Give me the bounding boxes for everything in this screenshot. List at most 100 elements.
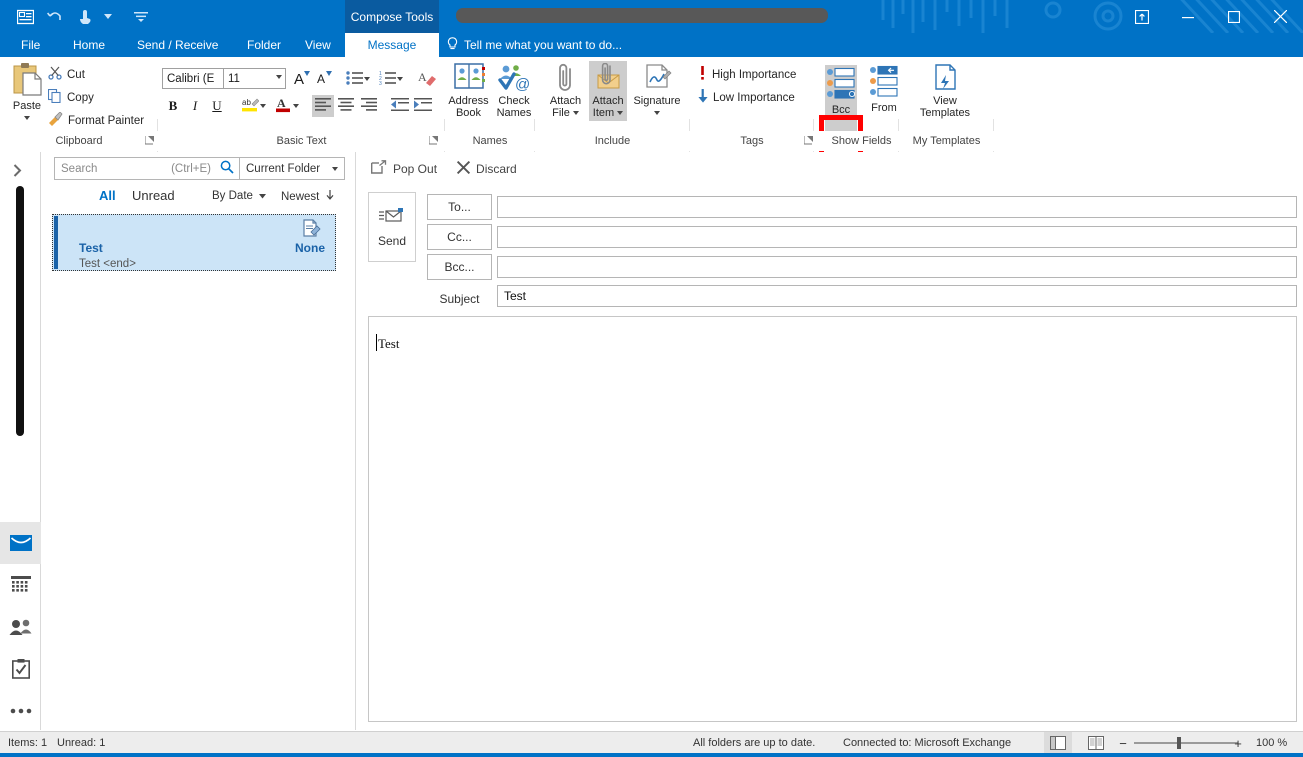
grow-font-button[interactable]: A xyxy=(288,68,310,90)
copy-button[interactable]: Copy xyxy=(48,88,94,107)
format-painter-icon xyxy=(48,112,63,129)
increase-indent-button[interactable] xyxy=(412,95,434,117)
search-scope-dropdown[interactable]: Current Folder xyxy=(239,157,345,180)
zoom-in-button[interactable]: + xyxy=(1232,732,1244,754)
cc-input[interactable] xyxy=(497,226,1297,248)
list-item[interactable]: Test Test <end> None xyxy=(52,214,336,271)
paste-dropdown-icon[interactable] xyxy=(24,116,30,120)
cc-button[interactable]: Cc... xyxy=(427,224,492,250)
message-body-text: Test xyxy=(378,336,399,352)
subject-input[interactable]: Test xyxy=(497,285,1297,307)
filter-unread[interactable]: Unread xyxy=(132,188,175,203)
tab-file[interactable]: File xyxy=(10,33,51,57)
close-button[interactable] xyxy=(1257,0,1303,33)
sort-order-newest[interactable]: Newest xyxy=(281,190,334,203)
tell-me-search[interactable]: Tell me what you want to do... xyxy=(447,33,622,57)
touch-mode-icon[interactable] xyxy=(70,3,100,31)
title-bar: Compose Tools xyxy=(0,0,1303,33)
view-templates-button[interactable]: View Templates xyxy=(916,63,974,119)
align-right-button[interactable] xyxy=(358,95,380,117)
tab-folder[interactable]: Folder xyxy=(236,33,292,57)
sort-by-date[interactable]: By Date xyxy=(212,190,266,202)
zoom-level-label[interactable]: 100 % xyxy=(1256,732,1287,754)
numbered-list-icon: 1 2 3 xyxy=(379,71,396,88)
format-painter-button[interactable]: Format Painter xyxy=(48,111,144,130)
pop-out-button[interactable]: Pop Out xyxy=(371,160,437,177)
bcc-field-button[interactable]: Bcc... xyxy=(427,254,492,280)
tab-view[interactable]: View xyxy=(294,33,342,57)
normal-view-icon[interactable] xyxy=(1044,732,1072,754)
font-size-combo[interactable]: 11 xyxy=(223,68,286,89)
tab-message[interactable]: Message xyxy=(345,33,439,57)
low-importance-button[interactable]: Low Importance xyxy=(698,88,795,107)
cut-button[interactable]: Cut xyxy=(48,65,85,84)
send-icon xyxy=(379,207,405,228)
filter-all[interactable]: All xyxy=(99,188,116,203)
tags-dialog-launcher[interactable] xyxy=(804,135,816,147)
attach-item-button[interactable]: Attach Item xyxy=(589,61,627,121)
to-input[interactable] xyxy=(497,196,1297,218)
sidebar-item-calendar[interactable] xyxy=(0,564,41,606)
compose-pane: Pop Out Discard Send xyxy=(357,152,1303,730)
send-button[interactable]: Send xyxy=(368,192,416,262)
collapsed-folder-label[interactable] xyxy=(16,186,24,436)
sidebar-item-mail[interactable] xyxy=(0,522,41,564)
shrink-font-button[interactable]: A xyxy=(310,68,332,90)
attach-item-dropdown-icon[interactable] xyxy=(617,111,623,115)
decrease-indent-button[interactable] xyxy=(389,95,411,117)
undo-icon[interactable] xyxy=(40,3,70,31)
ribbon-display-options-button[interactable] xyxy=(1119,0,1165,33)
font-family-value: Calibri (E xyxy=(167,73,214,85)
tab-home[interactable]: Home xyxy=(62,33,116,57)
italic-button[interactable]: I xyxy=(184,95,206,117)
basic-text-dialog-launcher[interactable] xyxy=(429,135,441,147)
to-button[interactable]: To... xyxy=(427,194,492,220)
sidebar-item-people[interactable] xyxy=(0,606,41,648)
clipboard-dialog-launcher[interactable] xyxy=(145,135,157,147)
bcc-input[interactable] xyxy=(497,256,1297,278)
search-input[interactable]: Search (Ctrl+E) xyxy=(54,157,240,180)
align-center-button[interactable] xyxy=(335,95,357,117)
signature-label: Signature xyxy=(633,95,680,107)
paste-button[interactable]: Paste xyxy=(5,62,49,120)
customize-qat-icon[interactable] xyxy=(126,3,156,31)
qat-dropdown-icon[interactable] xyxy=(100,3,116,31)
high-importance-button[interactable]: High Importance xyxy=(698,65,796,84)
signature-button[interactable]: Signature xyxy=(628,63,686,115)
chevron-down-icon[interactable] xyxy=(276,75,282,79)
reading-view-icon[interactable] xyxy=(1082,732,1110,754)
check-names-button[interactable]: @ Check Names xyxy=(493,63,535,119)
maximize-button[interactable] xyxy=(1211,0,1257,33)
tab-send-receive[interactable]: Send / Receive xyxy=(126,33,229,57)
search-icon[interactable] xyxy=(220,160,234,177)
chevron-right-icon[interactable] xyxy=(13,164,22,180)
attach-file-button[interactable]: Attach File xyxy=(542,63,589,119)
bullets-dropdown-icon[interactable] xyxy=(362,68,372,90)
sidebar-item-more[interactable] xyxy=(0,690,41,732)
zoom-slider-thumb[interactable] xyxy=(1177,737,1181,749)
group-label-my-templates: My Templates xyxy=(899,131,994,151)
font-color-dropdown-icon[interactable] xyxy=(291,95,301,117)
sidebar-item-tasks[interactable] xyxy=(0,648,41,690)
window-bottom-accent xyxy=(0,753,1303,757)
numbering-dropdown-icon[interactable] xyxy=(395,68,405,90)
signature-dropdown-icon[interactable] xyxy=(654,111,660,115)
discard-button[interactable]: Discard xyxy=(457,160,517,177)
chevron-down-icon[interactable] xyxy=(332,167,338,171)
zoom-out-button[interactable]: − xyxy=(1117,732,1129,754)
pop-out-icon xyxy=(371,160,387,177)
bold-button[interactable]: B xyxy=(162,95,184,117)
align-left-button[interactable] xyxy=(312,95,334,117)
minimize-button[interactable] xyxy=(1165,0,1211,33)
underline-button[interactable]: U xyxy=(206,95,228,117)
clear-formatting-button[interactable]: A xyxy=(416,68,438,90)
check-names-label-2: Names xyxy=(497,107,532,119)
from-button[interactable]: From xyxy=(866,65,902,114)
format-painter-label: Format Painter xyxy=(68,115,144,127)
highlight-dropdown-icon[interactable] xyxy=(258,95,268,117)
message-body[interactable]: Test xyxy=(368,316,1297,722)
attach-file-dropdown-icon[interactable] xyxy=(573,111,579,115)
unread-accent-bar xyxy=(54,216,58,269)
address-book-button[interactable]: Address Book xyxy=(446,63,491,119)
zoom-slider-track[interactable] xyxy=(1134,742,1238,744)
